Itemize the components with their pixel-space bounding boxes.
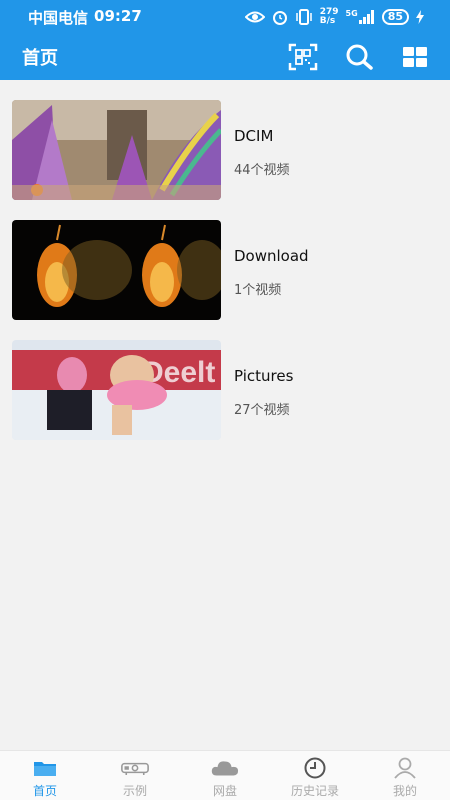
network-type: 5G <box>345 9 358 18</box>
page-title: 首页 <box>22 48 58 69</box>
grid-view-button[interactable] <box>400 42 430 72</box>
status-bar: 中国电信 09:27 279 B/s 5G 85 <box>0 0 450 34</box>
nav-home[interactable]: 首页 <box>0 751 90 800</box>
network-speed-unit: B/s <box>319 16 336 26</box>
clock-time: 09:27 <box>94 6 142 25</box>
alarm-icon <box>272 11 287 25</box>
carrier-label: 中国电信 <box>28 8 89 27</box>
folder-item-dcim[interactable]: DCIM 44个视频 <box>12 100 438 200</box>
top-bar: 中国电信 09:27 279 B/s 5G 85 首页 <box>0 0 450 80</box>
bottom-navigation: 首页 示例 网盘 历史记录 我的 <box>0 750 450 800</box>
qr-scan-button[interactable] <box>288 42 318 72</box>
video-count: 44个视频 <box>234 163 290 178</box>
folder-list: DCIM 44个视频 Download 1个视频 Deelt Pictures … <box>12 100 438 460</box>
nav-label: 历史记录 <box>290 784 339 798</box>
video-count: 1个视频 <box>234 283 282 298</box>
network-speed: 279 B/s <box>320 8 339 26</box>
signal-icon <box>358 10 374 24</box>
nav-label: 示例 <box>122 784 147 798</box>
projector-icon <box>121 757 149 779</box>
nav-history[interactable]: 历史记录 <box>270 751 360 800</box>
grid-view-icon <box>403 47 427 67</box>
nav-cloud-drive[interactable]: 网盘 <box>180 751 270 800</box>
nav-profile[interactable]: 我的 <box>360 751 450 800</box>
qr-scan-icon <box>288 43 318 71</box>
video-count: 27个视频 <box>234 403 290 418</box>
folder-thumbnail: Deelt <box>12 340 221 440</box>
app-bar: 首页 <box>0 34 450 80</box>
nav-label: 首页 <box>32 784 57 798</box>
folder-thumbnail <box>12 220 221 320</box>
nav-label: 我的 <box>392 784 417 798</box>
cloud-icon <box>211 757 239 779</box>
folder-thumbnail <box>12 100 221 200</box>
charging-icon <box>416 10 424 24</box>
clock-icon <box>301 757 329 779</box>
eye-icon <box>244 11 265 23</box>
folder-icon <box>31 757 59 779</box>
signal-strength: 5G <box>346 10 375 24</box>
folder-name: Download <box>234 247 309 265</box>
nav-label: 网盘 <box>212 784 237 798</box>
battery-indicator: 85 <box>381 9 409 25</box>
folder-item-download[interactable]: Download 1个视频 <box>12 220 438 320</box>
search-icon <box>346 44 373 70</box>
folder-name: Pictures <box>234 367 294 385</box>
folder-item-pictures[interactable]: Deelt Pictures 27个视频 <box>12 340 438 440</box>
nav-examples[interactable]: 示例 <box>90 751 180 800</box>
vibrate-icon <box>296 9 312 25</box>
search-button[interactable] <box>344 42 374 72</box>
folder-name: DCIM <box>234 127 274 145</box>
person-icon <box>391 757 419 779</box>
